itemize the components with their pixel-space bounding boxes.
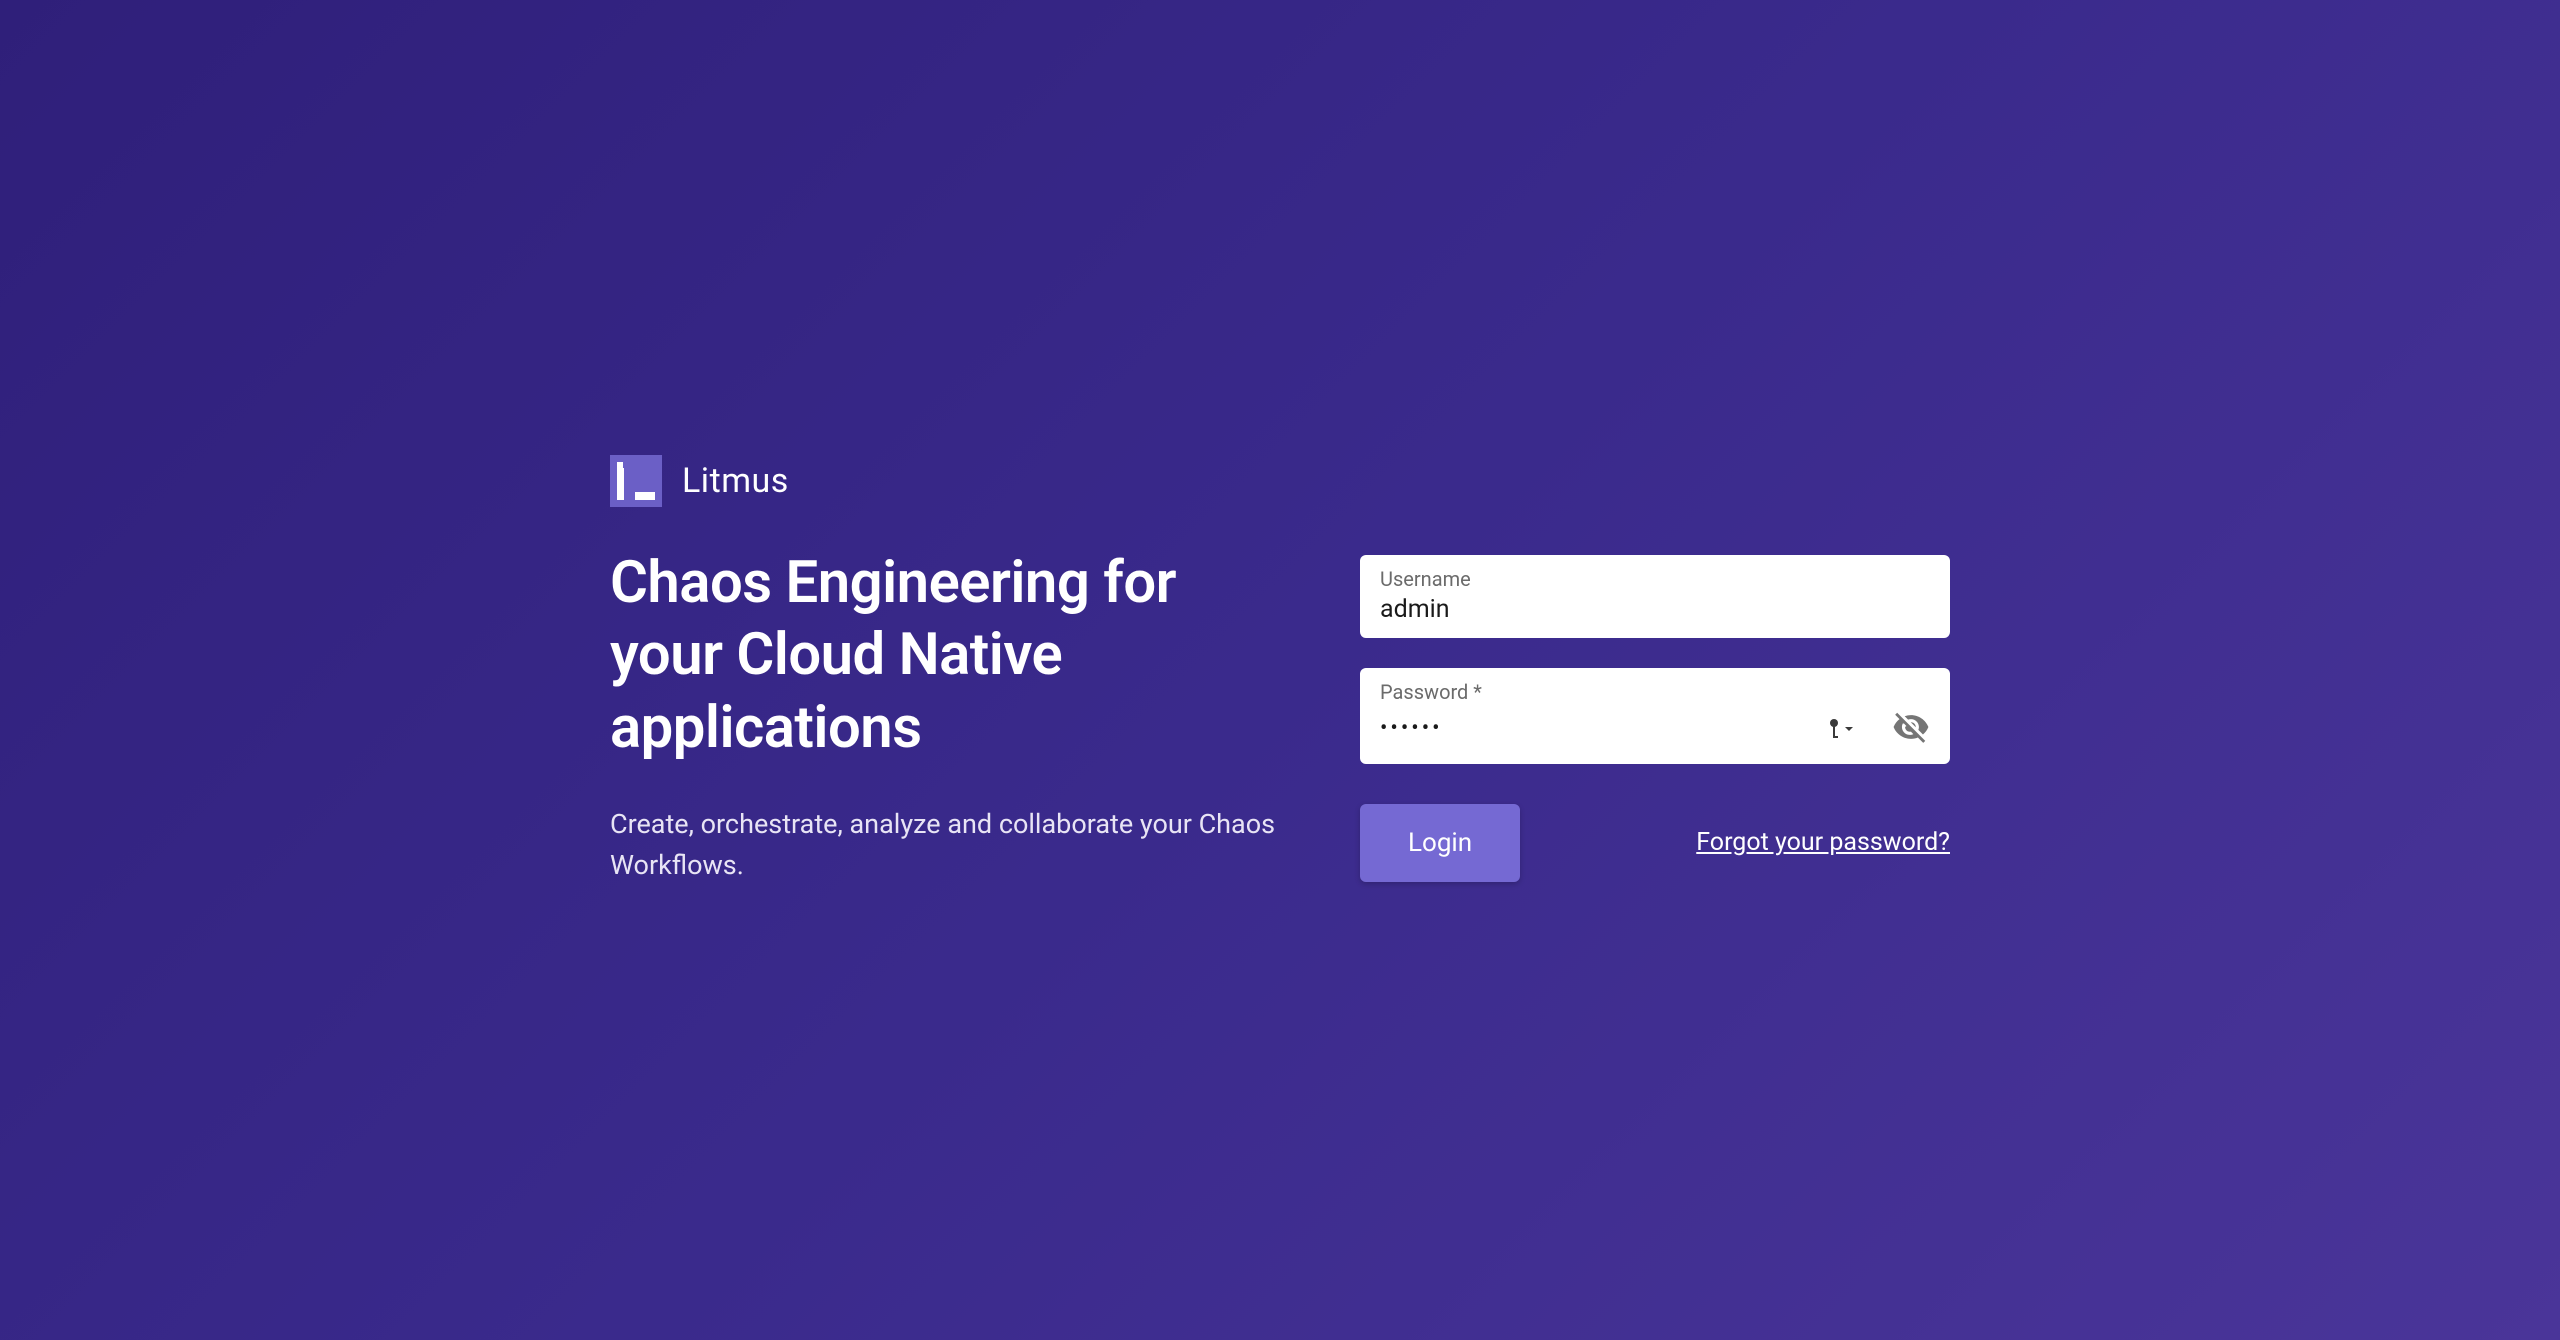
forgot-password-link[interactable]: Forgot your password? bbox=[1696, 828, 1950, 857]
username-input[interactable] bbox=[1380, 595, 1930, 624]
login-page: Litmus Chaos Engineering for your Cloud … bbox=[0, 0, 2560, 1340]
key-icon[interactable] bbox=[1826, 718, 1854, 740]
hero-section: Litmus Chaos Engineering for your Cloud … bbox=[610, 455, 1290, 886]
page-subhead: Create, orchestrate, analyze and collabo… bbox=[610, 804, 1290, 885]
password-input[interactable] bbox=[1380, 716, 1818, 741]
username-label: Username bbox=[1380, 567, 1930, 591]
form-actions: Login Forgot your password? bbox=[1360, 804, 1950, 882]
brand-name: Litmus bbox=[682, 461, 789, 501]
litmus-logo-icon bbox=[610, 455, 662, 507]
login-button[interactable]: Login bbox=[1360, 804, 1520, 882]
visibility-off-icon[interactable] bbox=[1892, 708, 1930, 750]
brand-row: Litmus bbox=[610, 455, 1290, 507]
password-field-group[interactable]: Password * bbox=[1360, 668, 1950, 764]
password-label: Password * bbox=[1380, 680, 1930, 704]
login-form: Username Password * bbox=[1360, 455, 1950, 882]
content-container: Litmus Chaos Engineering for your Cloud … bbox=[520, 455, 2040, 886]
page-headline: Chaos Engineering for your Cloud Native … bbox=[610, 547, 1290, 765]
username-field-group[interactable]: Username bbox=[1360, 555, 1950, 638]
